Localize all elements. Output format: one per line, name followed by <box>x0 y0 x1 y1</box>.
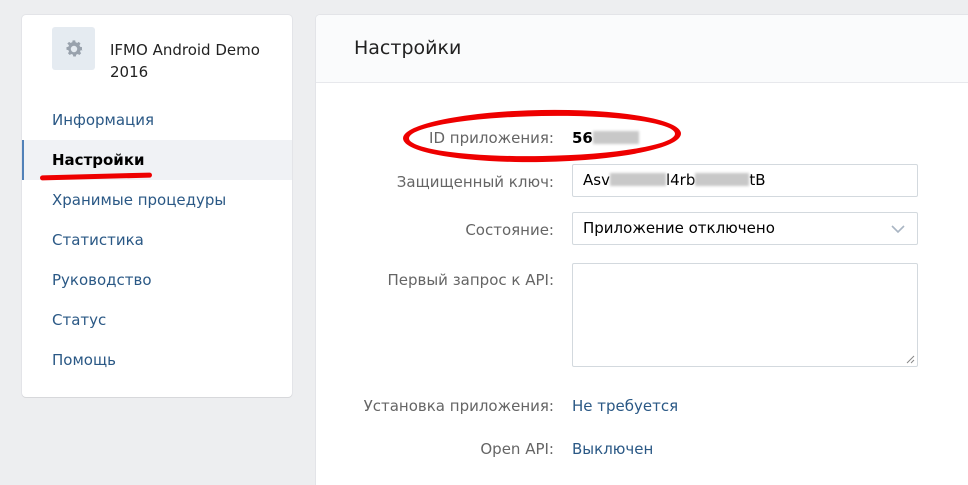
panel-header: Настройки <box>316 15 968 83</box>
app-sidebar: IFMO Android Demo 2016 Информация Настро… <box>22 15 292 397</box>
app-header: IFMO Android Demo 2016 <box>52 27 282 87</box>
chevron-down-icon <box>891 225 905 234</box>
gear-icon <box>52 27 95 70</box>
settings-panel: Настройки ID приложения: 56 Защищенный к… <box>316 15 968 485</box>
redacted-block <box>695 173 750 186</box>
sidebar-item-guide[interactable]: Руководство <box>22 260 292 300</box>
redacted-block <box>592 131 639 144</box>
open-api-label: Open API: <box>480 440 554 458</box>
secure-key-label: Защищенный ключ: <box>396 173 554 191</box>
install-label: Установка приложения: <box>363 397 554 415</box>
sidebar-item-help[interactable]: Помощь <box>22 340 292 380</box>
page-title: Настройки <box>354 37 462 59</box>
sidebar-nav: Информация Настройки Хранимые процедуры … <box>22 100 292 380</box>
sidebar-item-label: Настройки <box>52 151 145 169</box>
redacted-block <box>609 173 666 186</box>
sidebar-item-info[interactable]: Информация <box>22 100 292 140</box>
state-label: Состояние: <box>465 221 554 239</box>
state-select[interactable]: Приложение отключено <box>572 212 918 245</box>
sidebar-item-stored-procedures[interactable]: Хранимые процедуры <box>22 180 292 220</box>
app-id-visible: 56 <box>572 129 593 147</box>
state-selected: Приложение отключено <box>583 219 775 237</box>
secure-key-part: Asv <box>583 171 610 189</box>
install-link[interactable]: Не требуется <box>572 397 678 415</box>
secure-key-field[interactable]: Asv l4rb tB <box>572 164 918 197</box>
secure-key-part: tB <box>749 171 766 189</box>
first-api-textarea[interactable] <box>572 263 918 367</box>
first-api-label: Первый запрос к API: <box>387 271 554 289</box>
sidebar-item-statistics[interactable]: Статистика <box>22 220 292 260</box>
secure-key-part: l4rb <box>665 171 696 189</box>
sidebar-item-settings[interactable]: Настройки <box>22 140 292 181</box>
sidebar-item-status[interactable]: Статус <box>22 300 292 340</box>
resize-grip-icon[interactable] <box>906 355 915 364</box>
app-id-label: ID приложения: <box>429 129 554 147</box>
app-id-value: 56 <box>572 129 639 147</box>
open-api-link[interactable]: Выключен <box>572 440 653 458</box>
app-title: IFMO Android Demo 2016 <box>110 41 260 81</box>
